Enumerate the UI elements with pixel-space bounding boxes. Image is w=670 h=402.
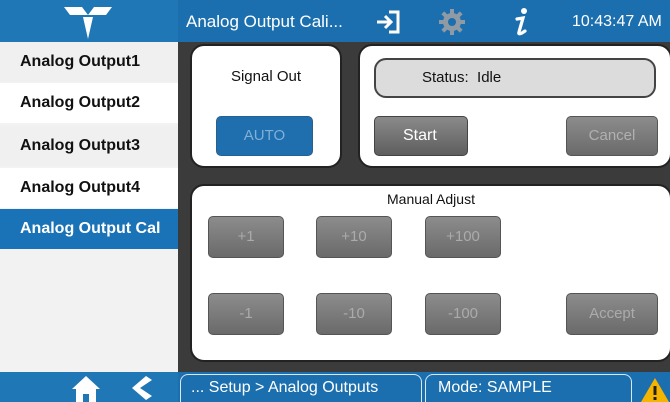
sidebar-item-analog-output1[interactable]: Analog Output1 (0, 42, 178, 82)
sidebar: Analog Output1 Analog Output2 Analog Out… (0, 42, 178, 372)
sidebar-item-analog-output4[interactable]: Analog Output4 (0, 168, 178, 208)
clock: 10:43:47 AM (572, 13, 662, 30)
minus-10-button[interactable]: -10 (316, 293, 392, 335)
sidebar-item-analog-output2[interactable]: Analog Output2 (0, 83, 178, 123)
signal-out-title: Signal Out (230, 68, 302, 85)
login-icon[interactable] (375, 9, 401, 35)
auto-button[interactable]: AUTO (216, 116, 313, 156)
mode-indicator: Mode: SAMPLE (425, 374, 632, 402)
start-button[interactable]: Start (374, 116, 468, 156)
accept-button[interactable]: Accept (566, 293, 658, 335)
manual-adjust-title: Manual Adjust (387, 191, 475, 207)
plus-10-button[interactable]: +10 (316, 216, 392, 258)
manual-adjust-panel (190, 184, 670, 362)
sidebar-item-analog-output3[interactable]: Analog Output3 (0, 126, 178, 166)
teledyne-logo-icon (64, 7, 112, 39)
home-icon[interactable] (70, 374, 102, 402)
sidebar-item-analog-output-cal[interactable]: Analog Output Cal (0, 209, 178, 249)
warning-icon[interactable] (640, 376, 670, 402)
page-title: Analog Output Cali... (186, 12, 343, 31)
status-display: Status: Idle (374, 58, 656, 98)
logo-area (0, 0, 178, 42)
minus-100-button[interactable]: -100 (425, 293, 501, 335)
gear-icon[interactable] (438, 8, 466, 36)
plus-100-button[interactable]: +100 (425, 216, 501, 258)
minus-1-button[interactable]: -1 (208, 293, 284, 335)
breadcrumb[interactable]: ... Setup > Analog Outputs (180, 374, 422, 402)
back-icon[interactable] (128, 374, 154, 402)
cancel-button[interactable]: Cancel (566, 116, 658, 156)
plus-1-button[interactable]: +1 (208, 216, 284, 258)
info-icon[interactable] (508, 6, 534, 38)
